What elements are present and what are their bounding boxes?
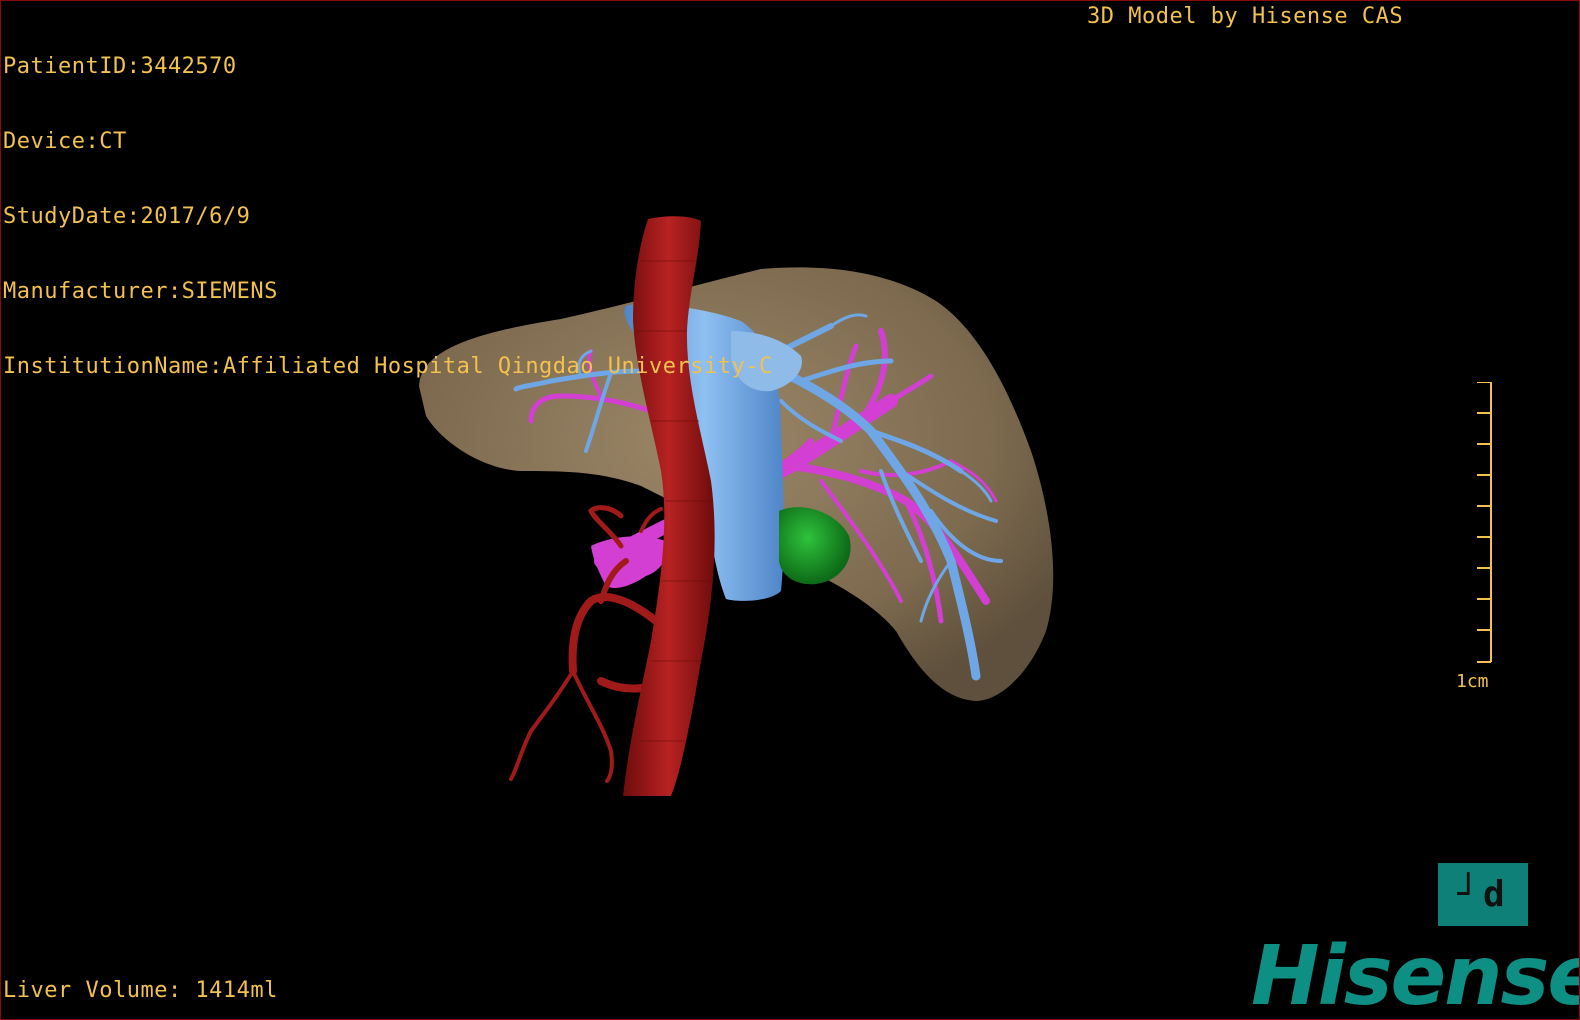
portal-confluence	[591, 536, 668, 588]
study-date: StudyDate:2017/6/9	[3, 204, 251, 229]
scale-label: 1cm	[1456, 671, 1489, 692]
view-toggle-icon: ┘d	[1457, 874, 1509, 915]
patient-id: PatientID:3442570	[3, 54, 237, 79]
device: Device:CT	[3, 129, 127, 154]
view-toggle-button[interactable]: ┘d	[1438, 863, 1528, 926]
dicom-info-block: PatientID:3442570 Device:CT StudyDate:20…	[3, 4, 773, 429]
liver-volume: Liver Volume: 1414ml	[3, 978, 278, 1003]
render-viewport[interactable]: PatientID:3442570 Device:CT StudyDate:20…	[0, 0, 1580, 1020]
scale-bar	[1477, 382, 1492, 663]
hisense-logo: Hisense	[1251, 929, 1580, 1020]
institution-name: InstitutionName:Affiliated Hospital Qing…	[3, 354, 773, 379]
manufacturer: Manufacturer:SIEMENS	[3, 279, 278, 304]
model-title: 3D Model by Hisense CAS	[1087, 4, 1404, 29]
